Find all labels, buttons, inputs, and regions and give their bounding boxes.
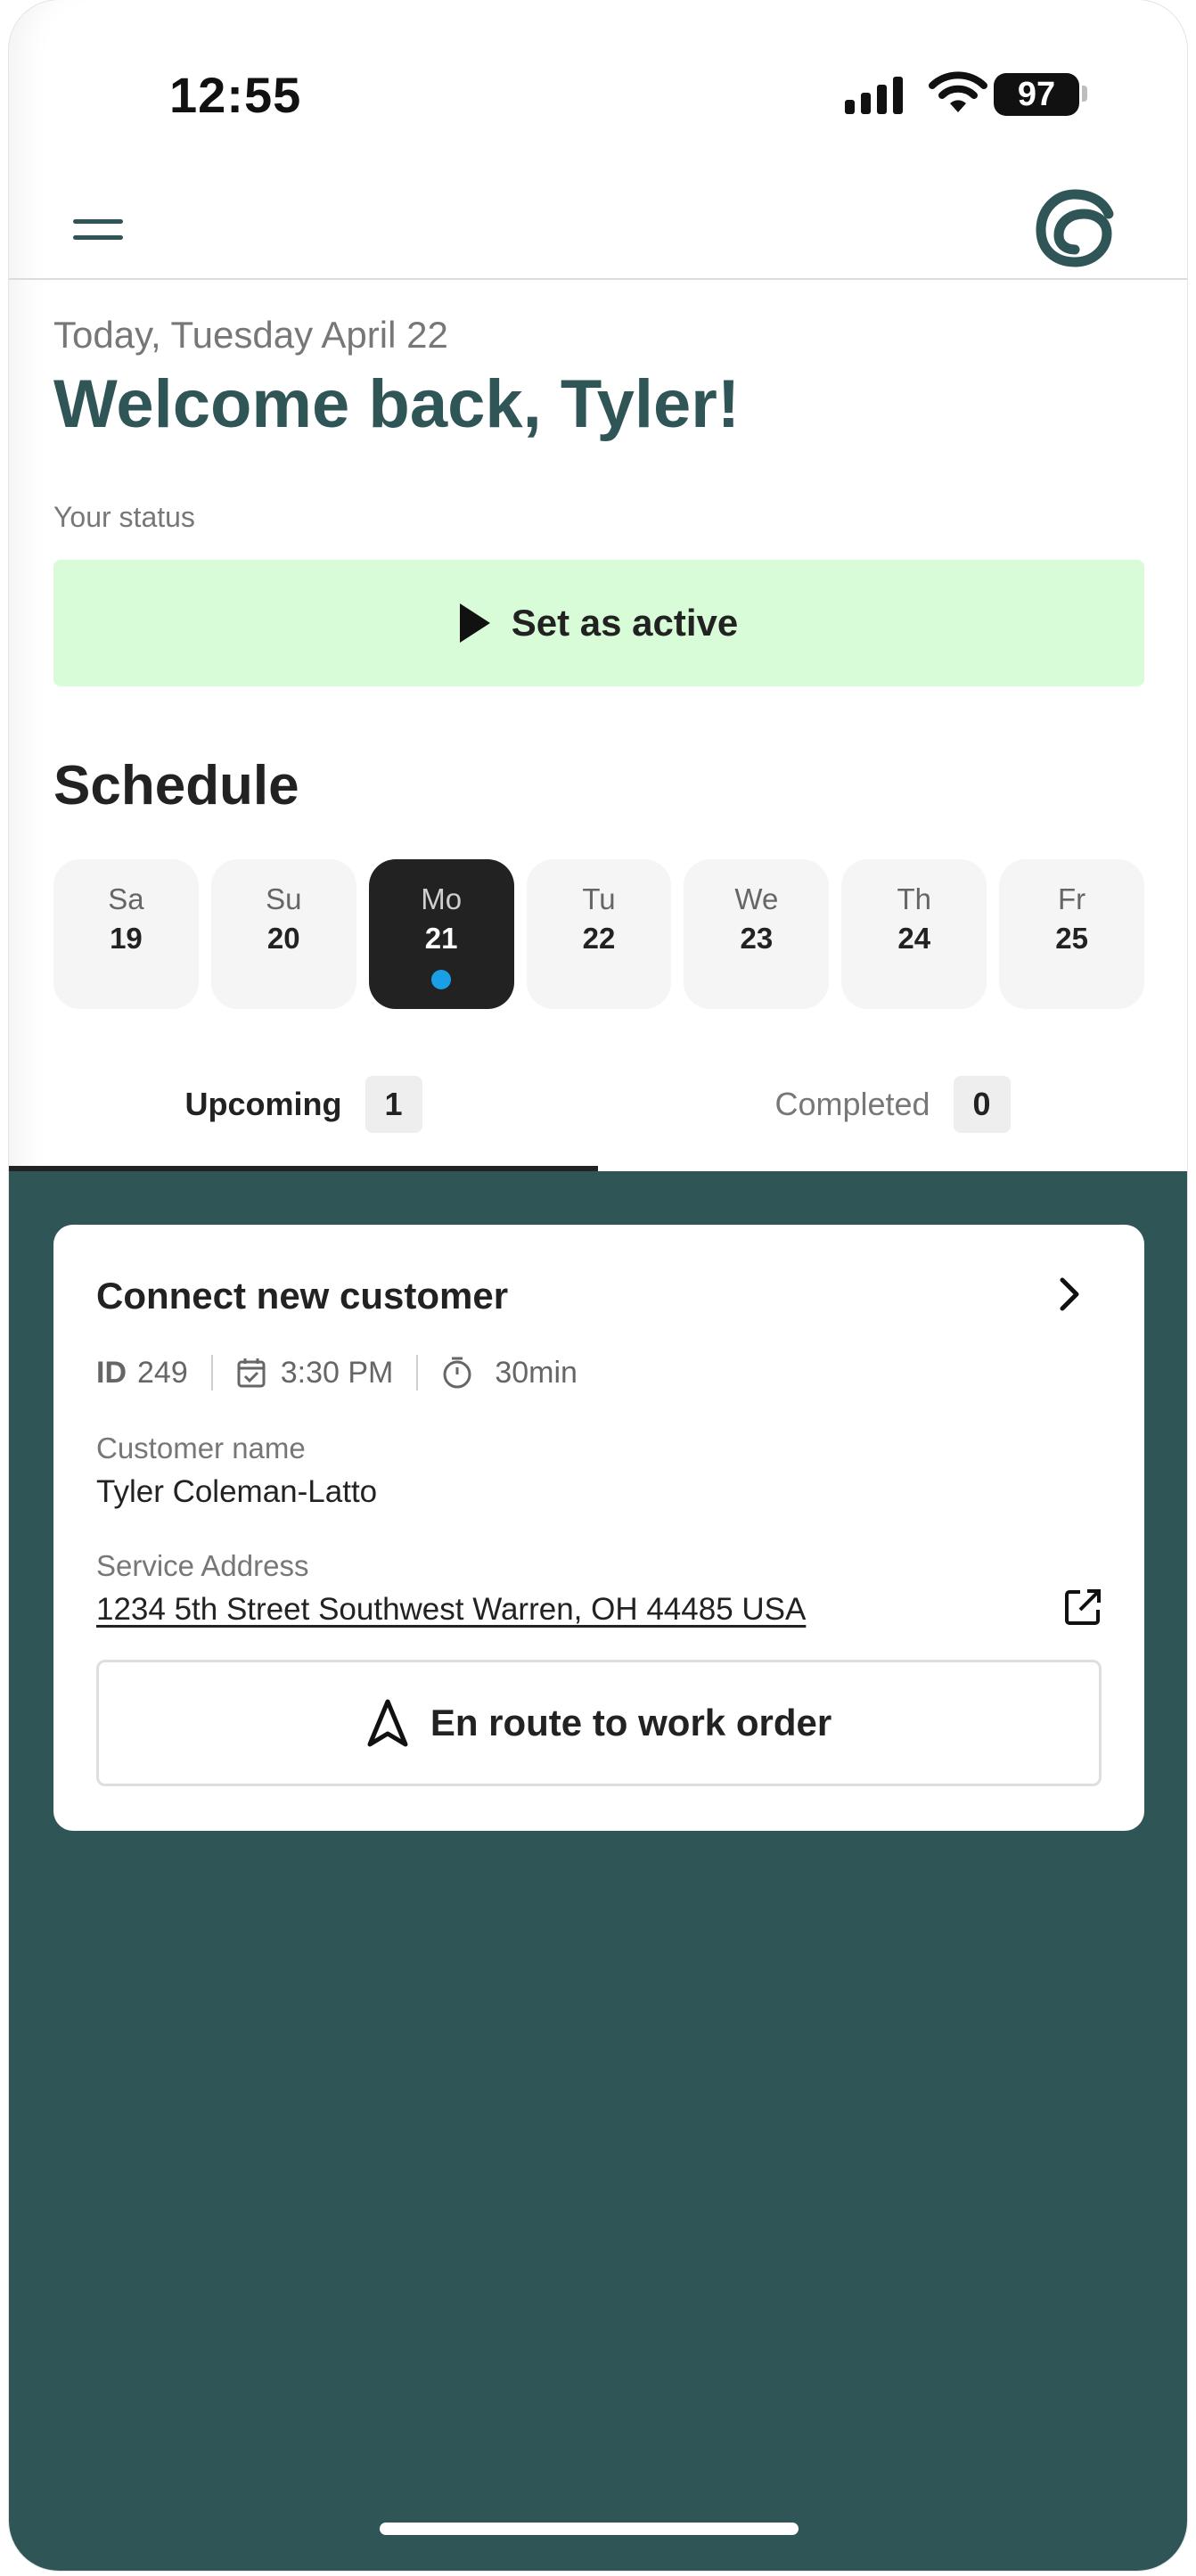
day-date: 21 (424, 922, 458, 955)
phone-screen: 12:55 97 Today, Tuesday April 22 Welcome… (9, 0, 1187, 2571)
day-su[interactable]: Su 20 (210, 859, 356, 1009)
tab-upcoming[interactable]: Upcoming 1 (9, 1055, 598, 1171)
hamburger-menu-icon[interactable] (68, 214, 130, 250)
day-name: Su (266, 882, 302, 915)
day-name: Th (897, 882, 931, 915)
day-date: 25 (1055, 922, 1088, 955)
en-route-label: En route to work order (430, 1702, 832, 1743)
day-date: 22 (582, 922, 616, 955)
day-name: Sa (108, 882, 144, 915)
battery-tip (1082, 86, 1087, 102)
work-order-list: Connect new customer ID 249 3:30 PM 30mi… (9, 1171, 1187, 2571)
id-label: ID (96, 1355, 127, 1390)
day-th[interactable]: Th 24 (841, 859, 987, 1009)
day-date: 24 (897, 922, 931, 955)
status-label: Your status (53, 501, 195, 533)
welcome-heading: Welcome back, Tyler! (53, 366, 741, 442)
wifi-icon (929, 71, 987, 112)
work-order-card[interactable]: Connect new customer ID 249 3:30 PM 30mi… (53, 1225, 1144, 1831)
order-tabs: Upcoming 1 Completed 0 (9, 1055, 1187, 1171)
event-dot-indicator (431, 970, 452, 989)
day-date: 19 (110, 922, 143, 955)
day-name: We (734, 882, 779, 915)
day-we[interactable]: We 23 (684, 859, 830, 1009)
status-time: 12:55 (169, 67, 302, 123)
set-active-label: Set as active (511, 602, 739, 644)
day-name: Tu (582, 882, 616, 915)
signal-icon (845, 75, 903, 114)
tab-label: Completed (774, 1086, 930, 1122)
divider (210, 1355, 213, 1391)
service-address-link[interactable]: 1234 5th Street Southwest Warren, OH 444… (96, 1592, 806, 1628)
tab-label: Upcoming (184, 1086, 342, 1122)
tab-count-badge: 1 (365, 1076, 422, 1133)
app-logo-icon[interactable] (1034, 187, 1116, 269)
external-link-icon[interactable] (1062, 1587, 1103, 1628)
tab-completed[interactable]: Completed 0 (598, 1055, 1187, 1171)
customer-name-label: Customer name (96, 1432, 306, 1464)
work-order-duration: 30min (495, 1355, 578, 1390)
today-date: Today, Tuesday April 22 (53, 314, 448, 356)
chevron-right-icon[interactable] (1050, 1275, 1089, 1314)
app-header (9, 178, 1187, 280)
day-mo[interactable]: Mo 21 (368, 859, 514, 1009)
home-indicator[interactable] (380, 2523, 799, 2535)
day-name: Fr (1058, 882, 1086, 915)
play-icon (459, 603, 490, 643)
schedule-title: Schedule (53, 755, 299, 816)
tab-count-badge: 0 (953, 1076, 1011, 1133)
work-order-title: Connect new customer (96, 1275, 509, 1317)
day-tu[interactable]: Tu 22 (526, 859, 672, 1009)
work-order-meta: ID 249 3:30 PM 30min (96, 1355, 578, 1391)
battery-icon: 97 (994, 73, 1079, 116)
timer-icon (443, 1357, 471, 1389)
day-name: Mo (421, 882, 463, 915)
en-route-button[interactable]: En route to work order (96, 1660, 1102, 1786)
work-order-time: 3:30 PM (280, 1355, 394, 1390)
day-date: 20 (266, 922, 300, 955)
set-active-button[interactable]: Set as active (53, 560, 1144, 686)
day-fr[interactable]: Fr 25 (999, 859, 1145, 1009)
day-sa[interactable]: Sa 19 (53, 859, 199, 1009)
customer-name: Tyler Coleman-Latto (96, 1474, 378, 1509)
day-picker: Sa 19 Su 20 Mo 21 Tu 22 We 23 Th 24 Fr 2… (53, 859, 1145, 1009)
calendar-icon (237, 1358, 266, 1388)
status-bar: 12:55 97 (9, 0, 1187, 178)
work-order-id: 249 (137, 1355, 188, 1390)
service-address-label: Service Address (96, 1549, 309, 1582)
navigation-arrow-icon (367, 1699, 408, 1747)
divider (416, 1355, 419, 1391)
day-date: 23 (740, 922, 774, 955)
